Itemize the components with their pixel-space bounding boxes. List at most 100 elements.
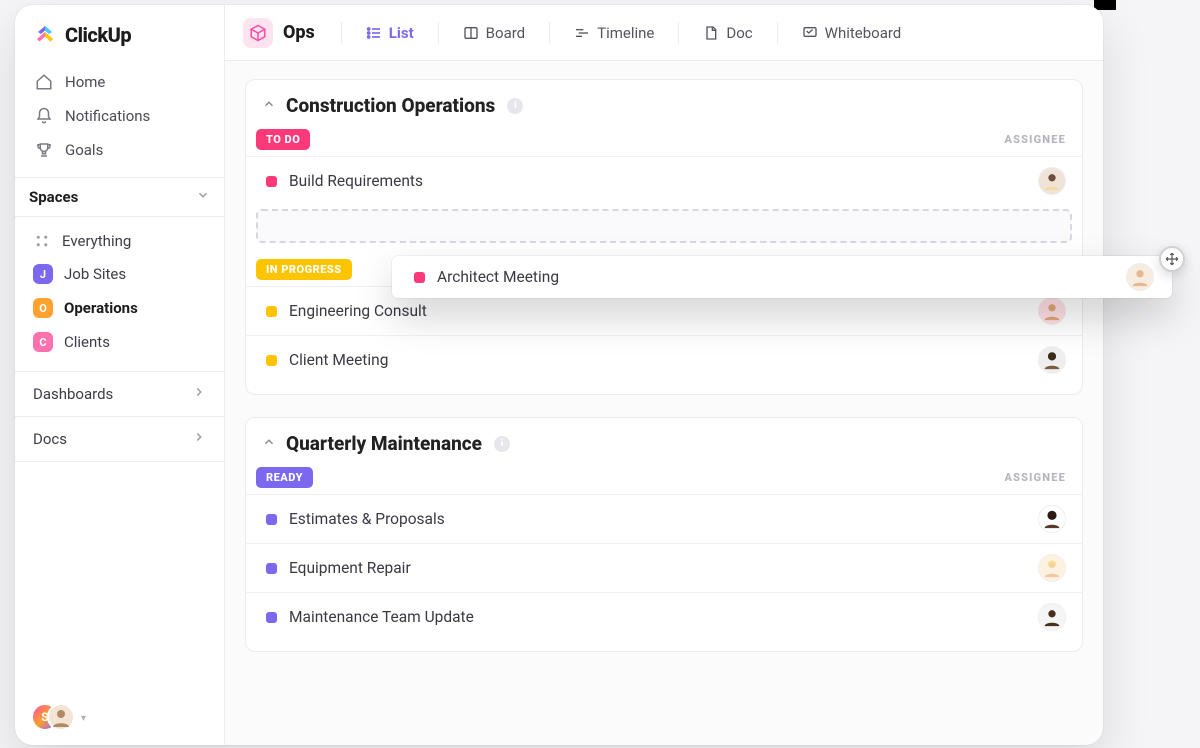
info-icon[interactable]: i	[494, 436, 510, 452]
doc-icon	[703, 25, 719, 41]
decorative-corner	[1094, 0, 1116, 10]
list-content: Construction Operations i TO DO ASSIGNEE…	[225, 61, 1103, 692]
sidebar-dashboards[interactable]: Dashboards	[15, 371, 224, 416]
section-label: Docs	[33, 430, 67, 448]
nav-home[interactable]: Home	[23, 65, 216, 99]
view-label: Timeline	[597, 24, 654, 42]
task-row[interactable]: Estimates & Proposals	[246, 494, 1082, 543]
status-square-icon	[266, 514, 277, 525]
info-icon[interactable]: i	[507, 98, 523, 114]
sidebar: ClickUp Home Notifications Goals	[15, 5, 225, 745]
assignee-avatar[interactable]	[1038, 554, 1066, 582]
space-chip[interactable]: Ops	[235, 12, 327, 54]
group-header[interactable]: Quarterly Maintenance i	[246, 432, 1082, 463]
assignee-avatar[interactable]	[1038, 603, 1066, 631]
status-square-icon	[266, 612, 277, 623]
assignee-avatar[interactable]	[1038, 167, 1066, 195]
divider	[777, 22, 778, 44]
view-tab-doc[interactable]: Doc	[693, 18, 762, 48]
assignee-column-label: ASSIGNEE	[1004, 471, 1066, 484]
move-cursor-icon	[1159, 246, 1185, 272]
section-label: Dashboards	[33, 385, 113, 403]
view-tab-list[interactable]: List	[356, 18, 424, 48]
status-pill[interactable]: TO DO	[256, 129, 310, 150]
task-title: Equipment Repair	[289, 559, 411, 577]
app-window: ClickUp Home Notifications Goals	[15, 5, 1103, 745]
status-header-todo: TO DO ASSIGNEE	[246, 125, 1082, 156]
nav-label: Goals	[65, 141, 103, 159]
view-label: Whiteboard	[825, 24, 902, 42]
space-label: Clients	[64, 333, 110, 351]
status-pill[interactable]: READY	[256, 467, 313, 488]
chevron-down-icon	[196, 188, 210, 206]
cube-icon	[243, 18, 273, 48]
spaces-header[interactable]: Spaces	[15, 177, 224, 217]
assignee-column-label: ASSIGNEE	[1004, 133, 1066, 146]
view-tab-whiteboard[interactable]: Whiteboard	[792, 18, 912, 48]
caret-down-icon: ▾	[81, 713, 86, 724]
user-menu[interactable]: S ▾	[31, 703, 86, 733]
task-title: Build Requirements	[289, 172, 423, 190]
task-title: Architect Meeting	[437, 268, 559, 286]
nav-label: Home	[65, 73, 105, 91]
assignee-avatar[interactable]	[1126, 263, 1154, 291]
view-tab-board[interactable]: Board	[453, 18, 535, 48]
group-title: Construction Operations	[286, 94, 495, 117]
main-content: Ops List Board Timeline	[225, 5, 1103, 745]
space-badge: C	[33, 332, 53, 352]
whiteboard-icon	[802, 25, 818, 41]
task-row[interactable]: Build Requirements	[246, 156, 1082, 205]
group-construction-operations: Construction Operations i TO DO ASSIGNEE…	[245, 79, 1083, 395]
space-badge: O	[33, 298, 53, 318]
clickup-logo-icon	[33, 23, 57, 47]
divider	[678, 22, 679, 44]
topbar: Ops List Board Timeline	[225, 5, 1103, 61]
task-title: Client Meeting	[289, 351, 388, 369]
status-square-icon	[266, 176, 277, 187]
sidebar-item-everything[interactable]: Everything	[23, 225, 216, 257]
status-square-icon	[266, 355, 277, 366]
assignee-avatar[interactable]	[1038, 346, 1066, 374]
space-label: Job Sites	[64, 265, 126, 283]
dragged-task-card[interactable]: Architect Meeting	[392, 256, 1172, 298]
nav-notifications[interactable]: Notifications	[23, 99, 216, 133]
sidebar-item-job-sites[interactable]: J Job Sites	[23, 257, 216, 291]
home-icon	[35, 73, 53, 91]
status-header-ready: READY ASSIGNEE	[246, 463, 1082, 494]
status-square-icon	[414, 272, 425, 283]
bell-icon	[35, 107, 53, 125]
assignee-avatar[interactable]	[1038, 297, 1066, 325]
group-title: Quarterly Maintenance	[286, 432, 482, 455]
spaces-list: Everything J Job Sites O Operations C Cl…	[15, 217, 224, 371]
group-header[interactable]: Construction Operations i	[246, 94, 1082, 125]
brand-name: ClickUp	[65, 23, 131, 47]
avatar-stack: S	[31, 703, 75, 733]
task-row[interactable]: Equipment Repair	[246, 543, 1082, 592]
nav-goals[interactable]: Goals	[23, 133, 216, 167]
group-quarterly-maintenance: Quarterly Maintenance i READY ASSIGNEE E…	[245, 417, 1083, 652]
sidebar-item-operations[interactable]: O Operations	[23, 291, 216, 325]
status-square-icon	[266, 563, 277, 574]
avatar	[47, 703, 75, 731]
chevron-up-icon	[262, 434, 276, 453]
board-icon	[463, 25, 479, 41]
task-row[interactable]: Maintenance Team Update	[246, 592, 1082, 641]
view-label: List	[389, 24, 414, 42]
view-tab-timeline[interactable]: Timeline	[564, 18, 664, 48]
view-label: Doc	[726, 24, 752, 42]
status-square-icon	[266, 306, 277, 317]
status-pill[interactable]: IN PROGRESS	[256, 259, 352, 280]
divider	[438, 22, 439, 44]
task-title: Maintenance Team Update	[289, 608, 474, 626]
task-title: Engineering Consult	[289, 302, 427, 320]
everything-label: Everything	[62, 232, 131, 250]
task-dropzone[interactable]	[256, 209, 1072, 243]
brand-logo[interactable]: ClickUp	[15, 15, 224, 61]
trophy-icon	[35, 141, 53, 159]
sidebar-item-clients[interactable]: C Clients	[23, 325, 216, 359]
task-title: Estimates & Proposals	[289, 510, 445, 528]
sidebar-docs[interactable]: Docs	[15, 416, 224, 462]
task-row[interactable]: Client Meeting	[246, 335, 1082, 384]
primary-nav: Home Notifications Goals	[15, 61, 224, 177]
assignee-avatar[interactable]	[1038, 505, 1066, 533]
